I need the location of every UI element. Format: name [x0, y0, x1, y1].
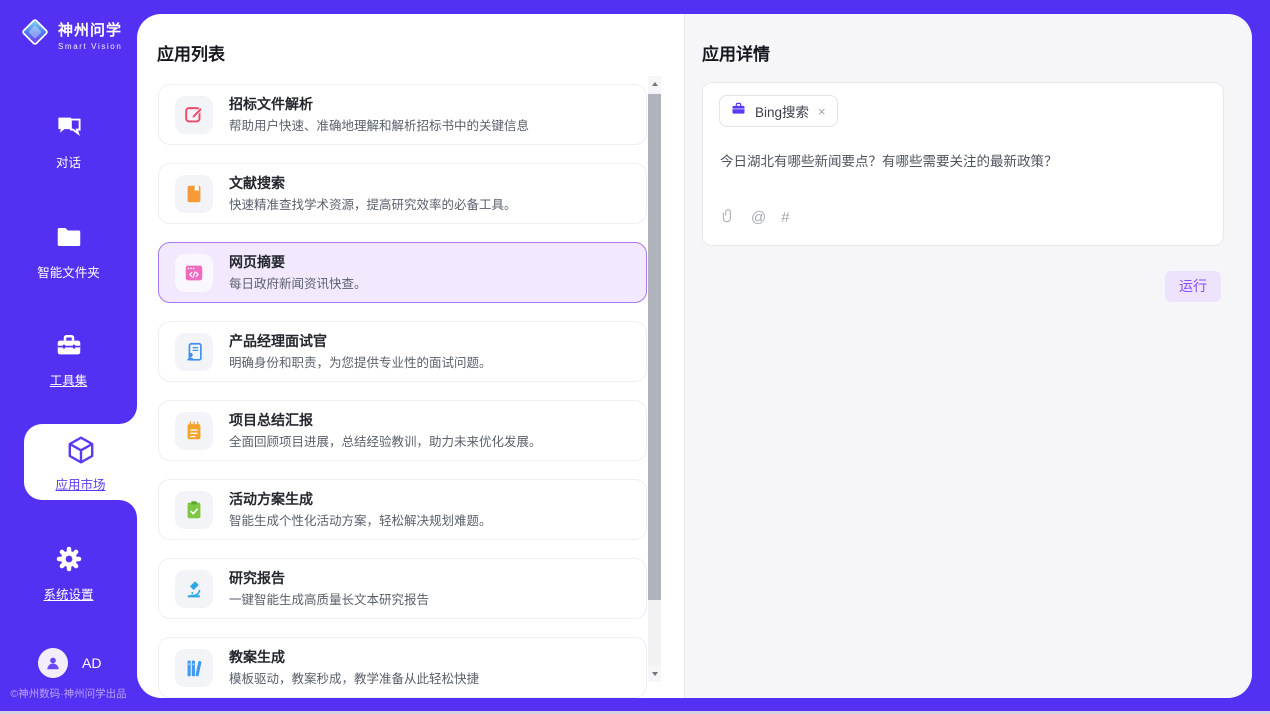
scrollbar-up-arrow[interactable]: [648, 76, 661, 92]
sidebar-footer-copyright: ©神州数码·神州问学出品: [0, 686, 137, 701]
app-list-title: 应用列表: [157, 40, 225, 65]
book-icon: [175, 175, 213, 213]
app-card-title: 活动方案生成: [229, 490, 492, 509]
microscope-icon: [175, 570, 213, 608]
app-card-desc: 帮助用户快速、准确地理解和解析招标书中的关键信息: [229, 117, 529, 135]
paperclip-icon[interactable]: [720, 207, 736, 229]
app-card-desc: 全面回顾项目进展，总结经验教训，助力未来优化发展。: [229, 433, 542, 451]
active-tab-fillet-bottom: [119, 500, 137, 518]
app-card-desc: 模板驱动，教案秒成，教学准备从此轻松快捷: [229, 670, 479, 688]
sidebar-item-toolset[interactable]: 工具集: [0, 330, 137, 389]
gear-icon: [54, 561, 84, 578]
active-tab-fillet-top: [119, 406, 137, 424]
toolbox-icon: [54, 347, 84, 364]
sidebar-item-label: 应用市场: [24, 474, 137, 493]
app-card-web-summary[interactable]: 网页摘要 每日政府新闻资讯快查。: [158, 242, 647, 303]
cube-icon: [65, 434, 97, 471]
app-card-desc: 快速精准查找学术资源，提高研究效率的必备工具。: [229, 196, 517, 214]
run-button[interactable]: 运行: [1165, 271, 1221, 302]
edit-document-icon: [175, 96, 213, 134]
app-card-desc: 一键智能生成高质量长文本研究报告: [229, 591, 429, 609]
notepad-icon: [175, 412, 213, 450]
sidebar-item-app-market[interactable]: 应用市场: [24, 424, 137, 500]
app-card-title: 教案生成: [229, 648, 479, 667]
clipboard-check-icon: [175, 491, 213, 529]
scrollbar-down-arrow[interactable]: [648, 666, 661, 682]
input-toolbar: @ #: [720, 207, 790, 229]
at-icon[interactable]: @: [751, 210, 766, 226]
app-card-title: 文献搜索: [229, 174, 517, 193]
app-card-title: 网页摘要: [229, 253, 367, 272]
app-card-pm-interviewer[interactable]: 产品经理面试官 明确身份和职责，为您提供专业性的面试问题。: [158, 321, 647, 382]
app-card-desc: 智能生成个性化活动方案，轻松解决规划难题。: [229, 512, 492, 530]
app-card-list: 招标文件解析 帮助用户快速、准确地理解和解析招标书中的关键信息 文献搜索 快速精…: [158, 84, 647, 698]
sidebar-item-label: 智能文件夹: [0, 262, 137, 281]
app-card-event-plan[interactable]: 活动方案生成 智能生成个性化活动方案，轻松解决规划难题。: [158, 479, 647, 540]
sidebar-item-smart-folder[interactable]: 智能文件夹: [0, 222, 137, 281]
logo-diamond-icon: [18, 15, 52, 54]
app-card-literature-search[interactable]: 文献搜索 快速精准查找学术资源，提高研究效率的必备工具。: [158, 163, 647, 224]
main-panel: 应用列表 招标文件解析 帮助用户快速、准确地理解和解析招标书中的关键信息: [137, 14, 1252, 698]
chat-icon: [54, 129, 84, 146]
app-card-title: 招标文件解析: [229, 95, 529, 114]
web-code-icon: [175, 254, 213, 292]
app-card-title: 研究报告: [229, 569, 429, 588]
sidebar-item-label: 工具集: [0, 370, 137, 389]
books-icon: [175, 649, 213, 687]
tool-tag-bing-search[interactable]: Bing搜索 ×: [719, 95, 838, 127]
sidebar-item-settings[interactable]: 系统设置: [0, 544, 137, 603]
app-card-desc: 明确身份和职责，为您提供专业性的面试问题。: [229, 354, 492, 372]
app-detail-title: 应用详情: [702, 40, 770, 65]
app-card-title: 项目总结汇报: [229, 411, 542, 430]
app-name: 神州问学: [58, 22, 122, 39]
app-card-project-summary[interactable]: 项目总结汇报 全面回顾项目进展，总结经验教训，助力未来优化发展。: [158, 400, 647, 461]
sidebar: 神州问学 Smart Vision 对话 智能文件夹: [0, 0, 137, 714]
app-list-panel: 应用列表 招标文件解析 帮助用户快速、准确地理解和解析招标书中的关键信息: [137, 14, 684, 698]
query-input-card[interactable]: Bing搜索 × 今日湖北有哪些新闻要点？有哪些需要关注的最新政策？ @ #: [702, 82, 1224, 246]
folder-icon: [54, 239, 84, 256]
app-card-lesson-plan[interactable]: 教案生成 模板驱动，教案秒成，教学准备从此轻松快捷: [158, 637, 647, 698]
app-card-bid-analysis[interactable]: 招标文件解析 帮助用户快速、准确地理解和解析招标书中的关键信息: [158, 84, 647, 145]
hash-icon[interactable]: #: [781, 210, 789, 226]
app-card-research-report[interactable]: 研究报告 一键智能生成高质量长文本研究报告: [158, 558, 647, 619]
user-account[interactable]: AD: [38, 648, 101, 678]
app-detail-panel: 应用详情 Bing搜索 × 今日湖北有哪些新闻要点？有哪些需要关注的最新政策？: [684, 14, 1252, 698]
scrollbar-thumb[interactable]: [648, 94, 661, 600]
sidebar-item-label: 系统设置: [0, 584, 137, 603]
app-tagline: Smart Vision: [58, 42, 122, 51]
briefcase-icon: [730, 100, 747, 122]
query-text[interactable]: 今日湖北有哪些新闻要点？有哪些需要关注的最新政策？: [720, 152, 1207, 171]
app-logo: 神州问学 Smart Vision: [18, 15, 122, 54]
sidebar-item-label: 对话: [0, 152, 137, 171]
sidebar-item-chat[interactable]: 对话: [0, 112, 137, 171]
app-card-desc: 每日政府新闻资讯快查。: [229, 275, 367, 293]
document-user-icon: [175, 333, 213, 371]
tool-tag-label: Bing搜索: [755, 101, 809, 121]
app-list-scrollbar[interactable]: [648, 76, 661, 682]
user-name: AD: [82, 655, 101, 671]
tag-close-icon[interactable]: ×: [817, 104, 827, 119]
app-card-title: 产品经理面试官: [229, 332, 492, 351]
avatar: [38, 648, 68, 678]
